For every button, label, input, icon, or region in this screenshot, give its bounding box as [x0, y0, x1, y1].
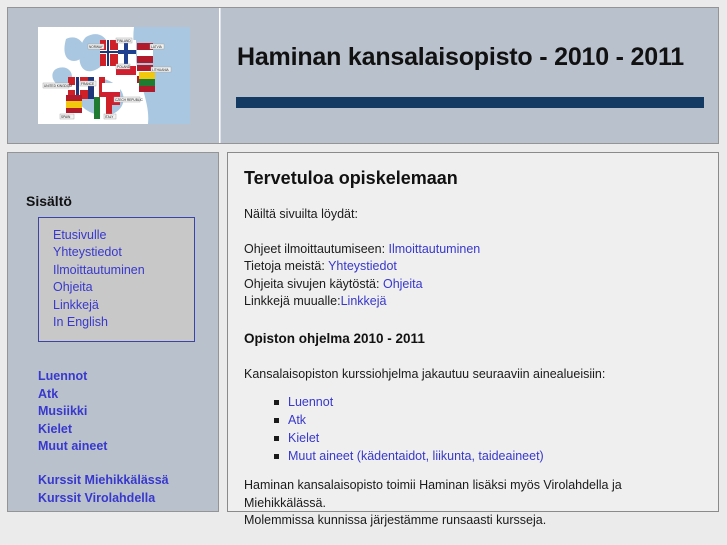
- info-label: Tietoja meistä:: [244, 259, 329, 273]
- link-yhteystiedot[interactable]: Yhteystiedot: [328, 259, 397, 273]
- sidebar-item-luennot[interactable]: Luennot: [38, 368, 218, 385]
- sidebar-item-ilmoittautuminen[interactable]: Ilmoittautuminen: [53, 262, 194, 279]
- sidebar-item-kurssit-virolahdella[interactable]: Kurssit Virolahdella: [38, 490, 218, 507]
- intro-text: Näiltä sivuilta löydät:: [244, 207, 358, 221]
- program-intro: Kansalaisopiston kurssiohjelma jakautuu …: [244, 366, 606, 381]
- info-label: Linkkejä muualle:: [244, 294, 341, 308]
- svg-text:POLAND: POLAND: [117, 65, 131, 69]
- footer-text-line-3: Molemmissa kunnissa järjestämme runsaast…: [244, 513, 547, 527]
- page-container: NORWAY FINLAND LATVIA POLAND LITHUANIA U…: [7, 7, 719, 527]
- svg-text:CZECH REPUBLIC: CZECH REPUBLIC: [115, 98, 144, 102]
- sidebar-inner: Sisältö Etusivulle Yhteystiedot Ilmoitta…: [8, 153, 218, 507]
- sidebar-item-yhteystiedot[interactable]: Yhteystiedot: [53, 244, 194, 261]
- sidebar-subject-links: Luennot Atk Musiikki Kielet Muut aineet: [38, 368, 218, 455]
- header-logo-cell: NORWAY FINLAND LATVIA POLAND LITHUANIA U…: [8, 8, 220, 143]
- body-row: Sisältö Etusivulle Yhteystiedot Ilmoitta…: [7, 152, 719, 527]
- sidebar-item-musiikki[interactable]: Musiikki: [38, 403, 218, 420]
- sidebar-item-kurssit-miehikkalassa[interactable]: Kurssit Miehikkälässä: [38, 472, 218, 489]
- title-divider-rule: [236, 97, 704, 108]
- sidebar-heading: Sisältö: [26, 193, 72, 209]
- svg-text:SPAIN: SPAIN: [61, 115, 71, 119]
- svg-text:ITALY: ITALY: [105, 115, 114, 119]
- info-line-ohjeita: Ohjeita sivujen käytöstä: Ohjeita: [244, 276, 704, 294]
- sidebar-item-muut-aineet[interactable]: Muut aineet: [38, 438, 218, 455]
- list-item: Muut aineet (kädentaidot, liikunta, taid…: [274, 447, 704, 465]
- subject-link-luennot[interactable]: Luennot: [288, 395, 333, 409]
- link-ohjeita[interactable]: Ohjeita: [383, 277, 423, 291]
- header-title-cell: Haminan kansalaisopisto - 2010 - 2011: [220, 8, 718, 143]
- info-line-linkkeja: Linkkejä muualle:Linkkejä: [244, 293, 704, 311]
- sidebar-location-links: Kurssit Miehikkälässä Kurssit Virolahdel…: [38, 472, 218, 507]
- subject-list: Luennot Atk Kielet Muut aineet (kädentai…: [244, 393, 704, 465]
- subject-link-atk[interactable]: Atk: [288, 413, 306, 427]
- program-heading: Opiston ohjelma 2010 - 2011: [244, 330, 425, 346]
- footer-text-line-1: Haminan kansalaisopisto toimii Haminan l…: [244, 478, 622, 492]
- subject-link-muut-aineet[interactable]: Muut aineet (kädentaidot, liikunta, taid…: [288, 449, 544, 463]
- welcome-heading: Tervetuloa opiskelemaan: [244, 168, 458, 188]
- footer-text-line-2: Miehikkälässä.: [244, 495, 326, 510]
- svg-text:NORWAY: NORWAY: [89, 45, 104, 49]
- sidebar-nav-box: Etusivulle Yhteystiedot Ilmoittautuminen…: [38, 217, 195, 343]
- link-linkkeja[interactable]: Linkkejä: [341, 294, 387, 308]
- list-item: Kielet: [274, 429, 704, 447]
- subject-link-kielet[interactable]: Kielet: [288, 431, 319, 445]
- page-title: Haminan kansalaisopisto - 2010 - 2011: [237, 43, 684, 71]
- info-line-ilmoittautuminen: Ohjeet ilmoittautumiseen: Ilmoittautumin…: [244, 241, 704, 259]
- info-line-yhteystiedot: Tietoja meistä: Yhteystiedot: [244, 258, 704, 276]
- svg-text:LITHUANIA: LITHUANIA: [152, 68, 170, 72]
- sidebar-item-etusivulle[interactable]: Etusivulle: [53, 227, 194, 244]
- list-item: Atk: [274, 411, 704, 429]
- svg-text:FRANCE: FRANCE: [81, 82, 94, 86]
- site-header: NORWAY FINLAND LATVIA POLAND LITHUANIA U…: [7, 7, 719, 144]
- sidebar: Sisältö Etusivulle Yhteystiedot Ilmoitta…: [7, 152, 219, 512]
- info-label: Ohjeita sivujen käytöstä:: [244, 276, 383, 291]
- info-label: Ohjeet ilmoittautumiseen:: [244, 241, 389, 256]
- europe-flag-puzzle-map-icon: NORWAY FINLAND LATVIA POLAND LITHUANIA U…: [37, 27, 190, 124]
- sidebar-item-ohjeita[interactable]: Ohjeita: [53, 279, 194, 296]
- link-ilmoittautuminen[interactable]: Ilmoittautuminen: [389, 242, 481, 256]
- sidebar-item-in-english[interactable]: In English: [53, 314, 194, 331]
- svg-text:UNITED KINGDOM: UNITED KINGDOM: [44, 84, 72, 88]
- list-item: Luennot: [274, 393, 704, 411]
- svg-text:FINLAND: FINLAND: [117, 39, 131, 43]
- sidebar-item-kielet[interactable]: Kielet: [38, 421, 218, 438]
- sidebar-item-atk[interactable]: Atk: [38, 386, 218, 403]
- main-content: Tervetuloa opiskelemaan Näiltä sivuilta …: [227, 152, 719, 527]
- svg-text:LATVIA: LATVIA: [151, 45, 163, 49]
- sidebar-item-linkkeja[interactable]: Linkkejä: [53, 297, 194, 314]
